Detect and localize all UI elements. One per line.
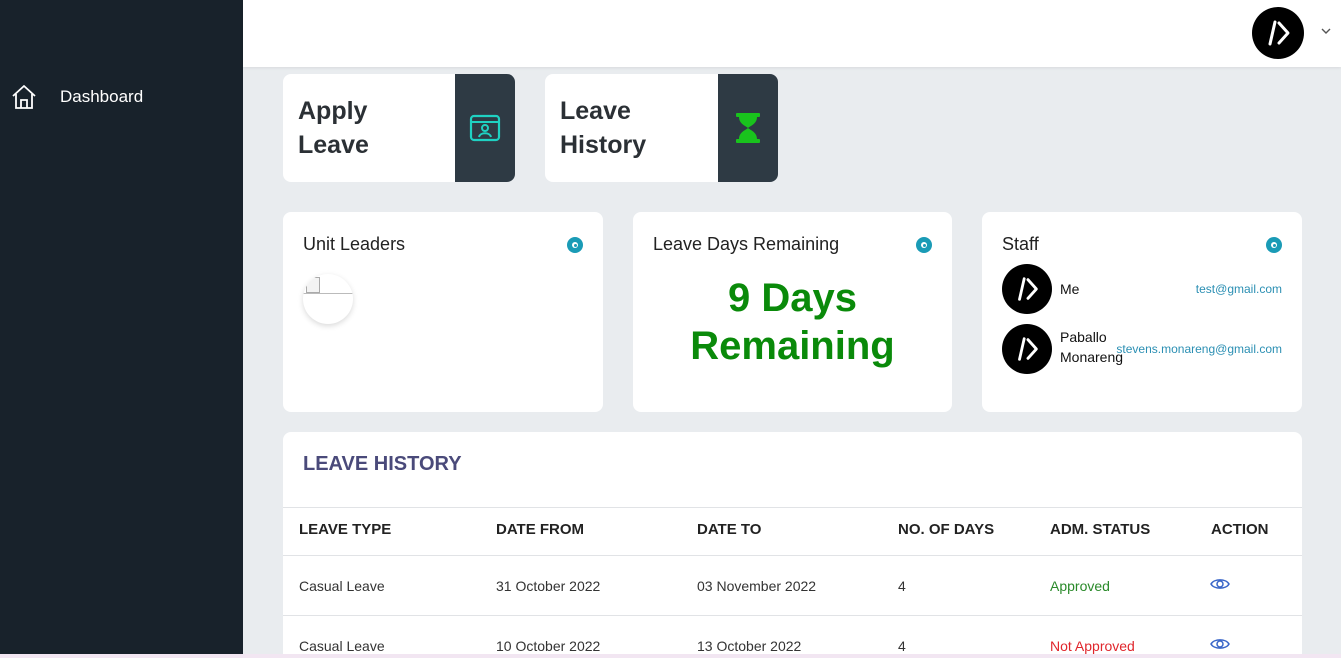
staff-name-line1: Me <box>1060 281 1080 297</box>
staff-email: test@gmail.com <box>1195 282 1282 296</box>
staff-row[interactable]: Me test@gmail.com <box>1002 264 1282 316</box>
divider <box>283 507 1302 508</box>
cell-date-from: 10 October 2022 <box>496 638 601 654</box>
cell-no-of-days: 4 <box>898 578 906 594</box>
column-header-action: ACTION <box>1211 521 1269 538</box>
leave-days-view-icon[interactable] <box>916 237 932 253</box>
column-header-adm-status: ADM. STATUS <box>1050 521 1151 538</box>
apply-leave-label-line1: Apply <box>298 97 368 125</box>
unit-leaders-view-icon[interactable] <box>567 237 583 253</box>
leave-days-value: 9 Days Remaining <box>633 274 952 370</box>
home-icon <box>12 85 36 109</box>
cell-date-to: 13 October 2022 <box>697 638 802 654</box>
top-bar <box>243 0 1341 67</box>
unit-leaders-title: Unit Leaders <box>303 234 406 254</box>
code-icon <box>1018 277 1038 301</box>
leave-history-title: LEAVE HISTORY <box>303 453 462 475</box>
eye-icon[interactable] <box>1210 637 1230 651</box>
eye-icon[interactable] <box>1210 577 1230 591</box>
staff-view-icon[interactable] <box>1266 237 1282 253</box>
id-card-icon <box>469 114 501 142</box>
column-header-leave-type: LEAVE TYPE <box>299 521 392 538</box>
staff-row[interactable]: Paballo Monareng stevens.monareng@gmail.… <box>1002 324 1282 376</box>
leave-days-value-line1: 9 Days <box>728 276 857 320</box>
column-header-date-from: DATE FROM <box>496 521 585 538</box>
leave-history-label: Leave History <box>545 74 718 182</box>
divider <box>283 615 1302 616</box>
status-badge: Not Approved <box>1050 638 1135 654</box>
staff-card: Staff Me test@gmail.com Paballo Monareng… <box>982 212 1302 412</box>
cell-date-to: 03 November 2022 <box>697 578 817 594</box>
apply-leave-label: Apply Leave <box>283 74 455 182</box>
user-avatar[interactable] <box>1252 7 1304 59</box>
sidebar-item-label: Dashboard <box>60 87 144 106</box>
staff-name: Me <box>1060 279 1079 299</box>
page-bottom-edge <box>0 654 1341 658</box>
code-icon <box>1018 337 1038 361</box>
cell-leave-type: Casual Leave <box>299 638 385 654</box>
cell-date-from: 31 October 2022 <box>496 578 601 594</box>
staff-name-line1: Paballo <box>1060 329 1107 345</box>
staff-title: Staff <box>1002 234 1039 254</box>
cell-no-of-days: 4 <box>898 638 906 654</box>
sidebar: Dashboard <box>0 0 243 658</box>
unit-leader-avatar <box>303 274 353 324</box>
chevron-down-icon[interactable] <box>1319 24 1333 38</box>
staff-name: Paballo Monareng <box>1060 327 1123 367</box>
leave-days-card: Leave Days Remaining 9 Days Remaining <box>633 212 952 412</box>
cell-leave-type: Casual Leave <box>299 578 385 594</box>
leave-days-value-line2: Remaining <box>690 324 895 368</box>
avatar <box>1002 324 1052 374</box>
leave-history-card[interactable]: Leave History <box>545 74 778 182</box>
leave-history-label-line2: History <box>560 131 647 159</box>
avatar <box>1002 264 1052 314</box>
apply-leave-label-line2: Leave <box>298 131 369 159</box>
column-header-date-to: DATE TO <box>697 521 762 538</box>
leave-history-label-line1: Leave <box>560 97 631 125</box>
staff-name-line2: Monareng <box>1060 349 1124 365</box>
column-header-no-of-days: NO. OF DAYS <box>898 521 995 538</box>
apply-leave-card[interactable]: Apply Leave <box>283 74 515 182</box>
apply-leave-icon-box <box>455 74 515 182</box>
staff-email: stevens.monareng@gmail.com <box>1116 342 1282 356</box>
leave-history-table-card: LEAVE HISTORY LEAVE TYPE DATE FROM DATE … <box>283 432 1302 658</box>
code-icon <box>1268 20 1290 46</box>
hourglass-icon <box>736 113 760 143</box>
sidebar-item-dashboard[interactable]: Dashboard <box>10 83 143 111</box>
leave-history-icon-box <box>718 74 778 182</box>
leave-days-title: Leave Days Remaining <box>653 234 840 254</box>
unit-leaders-card: Unit Leaders <box>283 212 603 412</box>
status-badge: Approved <box>1050 578 1110 594</box>
divider <box>283 555 1302 556</box>
